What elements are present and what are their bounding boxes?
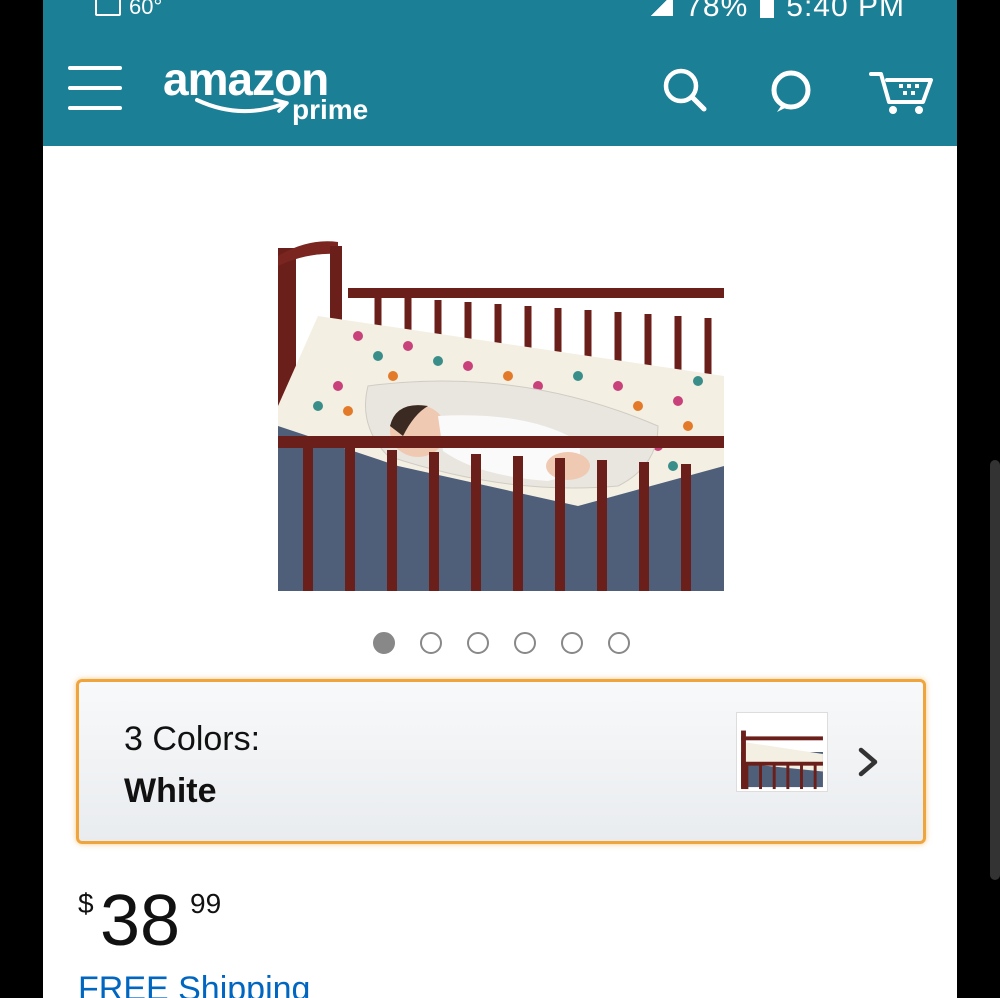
signal-icon	[647, 0, 674, 16]
battery-icon	[760, 0, 775, 18]
carousel-dot[interactable]	[373, 632, 395, 654]
variant-label: 3 Colors:	[124, 720, 261, 758]
variant-value: White	[124, 772, 217, 810]
status-bar: 60° 78% 5:40 PM	[43, 0, 957, 24]
carousel-dot[interactable]	[420, 632, 442, 654]
edge-panel-handle[interactable]	[990, 460, 1000, 880]
free-shipping-link[interactable]: FREE Shipping	[78, 970, 310, 998]
carousel-dot[interactable]	[608, 632, 630, 654]
carousel-dot[interactable]	[561, 632, 583, 654]
gallery-icon	[95, 0, 121, 16]
status-right: 78% 5:40 PM	[647, 0, 905, 24]
carousel-dot[interactable]	[514, 632, 536, 654]
chevron-right-icon	[858, 747, 878, 777]
alexa-icon[interactable]	[763, 62, 819, 118]
smile-arrow-icon	[195, 98, 289, 114]
price-fraction: 99	[190, 888, 222, 919]
top-navbar: amazon prime	[43, 22, 957, 146]
cart-icon[interactable]	[867, 62, 937, 118]
logo-subtext: prime	[292, 94, 369, 125]
status-left: 60°	[95, 0, 162, 20]
price-currency: $	[78, 888, 94, 919]
amazon-prime-logo[interactable]: amazon prime	[163, 52, 393, 132]
variant-thumbnail	[736, 712, 828, 792]
carousel-dot[interactable]	[467, 632, 489, 654]
color-variant-selector[interactable]: 3 Colors: White	[76, 679, 926, 844]
price-whole: 38	[100, 881, 181, 961]
product-image[interactable]	[278, 236, 724, 591]
phone-screen: 60° 78% 5:40 PM amazon prime 3 Colors: W…	[43, 0, 957, 998]
temperature: 60°	[129, 0, 163, 19]
clock: 5:40 PM	[786, 0, 905, 23]
search-icon[interactable]	[657, 62, 713, 118]
battery-percent: 78%	[685, 0, 749, 23]
menu-icon[interactable]	[68, 66, 126, 112]
image-carousel-dots	[373, 632, 630, 654]
